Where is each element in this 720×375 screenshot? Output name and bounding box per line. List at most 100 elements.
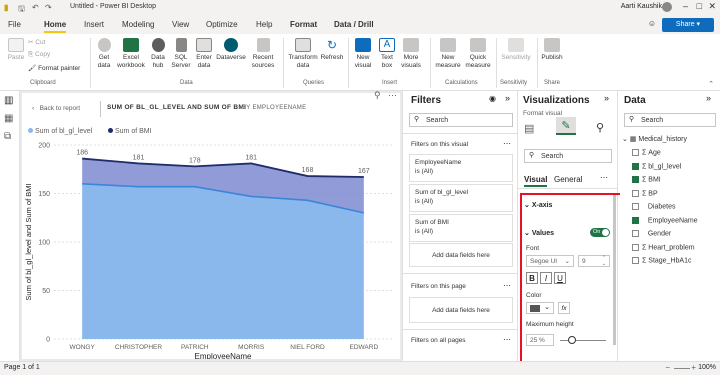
format-search-input[interactable]: ⚲ Search xyxy=(524,149,612,163)
dataverse-label: Dataverse xyxy=(216,54,246,61)
field-checkbox[interactable] xyxy=(632,189,639,197)
publish-button[interactable]: Publish xyxy=(539,38,565,62)
report-view-icon[interactable]: ▥ xyxy=(4,95,13,106)
transform-label: Transform data xyxy=(288,54,318,69)
user-name[interactable]: Aarti Kaushik xyxy=(621,3,662,10)
excel-button[interactable]: Excel workbook xyxy=(116,38,146,69)
filter-card[interactable]: EmployeeName is (All) xyxy=(409,154,513,182)
model-view-icon[interactable]: ⧉ xyxy=(4,131,11,142)
data-field-gender[interactable]: Gender xyxy=(632,230,671,237)
more-visuals-button[interactable]: More visuals xyxy=(398,38,424,69)
filters-title: Filters xyxy=(411,95,442,106)
zoom-slider[interactable] xyxy=(674,368,690,369)
tab-general[interactable]: General xyxy=(554,175,582,184)
share-button[interactable]: Share ▾ xyxy=(662,18,714,32)
more-options-icon[interactable]: ⋯ xyxy=(600,173,608,182)
field-checkbox[interactable] xyxy=(632,243,639,251)
more-options-icon[interactable]: ⋯ xyxy=(503,139,511,148)
tab-visual[interactable]: Visual xyxy=(524,175,548,187)
tab-modeling[interactable]: Modeling xyxy=(122,20,154,29)
dataverse-button[interactable]: Dataverse xyxy=(215,38,247,62)
table-medical-history[interactable]: ⌄ ▦ Medical_history xyxy=(622,135,687,143)
data-field-employeename[interactable]: EmployeeName xyxy=(632,216,698,224)
eye-icon[interactable]: ◉ xyxy=(489,94,496,103)
text-box-button[interactable]: A Text box xyxy=(376,38,398,69)
data-field-bl_gl_level[interactable]: Σ bl_gl_level xyxy=(632,162,681,170)
tab-home[interactable]: Home xyxy=(44,20,67,33)
filter-card[interactable]: Sum of bl_gl_level is (All) xyxy=(409,184,513,212)
table-view-icon[interactable]: ▦ xyxy=(4,113,13,124)
minimize-icon[interactable]: – xyxy=(683,1,688,11)
zoom-in-icon[interactable]: + xyxy=(691,363,696,372)
ribbon-tabs: File Home Insert Modeling View Optimize … xyxy=(0,16,720,34)
sql-button[interactable]: SQL Server xyxy=(170,38,192,69)
quick-measure-button[interactable]: Quick measure xyxy=(464,38,492,69)
data-field-diabetes[interactable]: Diabetes xyxy=(632,203,675,210)
data-hub-button[interactable]: Data hub xyxy=(148,38,168,69)
tab-optimize[interactable]: Optimize xyxy=(206,20,238,29)
transform-icon xyxy=(295,38,311,52)
collapse-filters-icon[interactable]: » xyxy=(505,93,510,103)
collapse-ribbon-icon[interactable]: ⌃ xyxy=(708,80,714,88)
get-data-button[interactable]: Get data xyxy=(93,38,115,69)
sensitivity-button[interactable]: Sensitivity xyxy=(498,38,534,62)
refresh-button[interactable]: ↻ Refresh xyxy=(318,38,346,62)
feedback-icon[interactable]: ☺ xyxy=(648,19,656,28)
add-data-fields-drop[interactable]: Add data fields here xyxy=(409,243,513,267)
maximize-icon[interactable]: □ xyxy=(697,1,702,11)
data-field-bmi[interactable]: Σ BMI xyxy=(632,176,661,183)
transform-data-button[interactable]: Transform data xyxy=(286,38,320,69)
avatar[interactable] xyxy=(662,2,672,12)
new-visual-button[interactable]: New visual xyxy=(352,38,374,69)
data-search-input[interactable]: ⚲ Search xyxy=(624,113,716,127)
data-field-heart_problem[interactable]: Σ Heart_problem xyxy=(632,243,695,251)
format-painter-label: Format painter xyxy=(38,65,81,72)
field-checkbox[interactable] xyxy=(632,176,639,183)
more-options-icon[interactable]: ⋯ xyxy=(503,281,511,290)
format-visual-icon[interactable]: ✎ xyxy=(556,117,576,135)
recent-icon xyxy=(256,38,270,52)
field-checkbox[interactable] xyxy=(632,216,639,224)
field-name: BMI xyxy=(648,176,661,184)
zoom-out-icon[interactable]: − xyxy=(665,363,670,372)
copy-button[interactable]: ⎘ Copy xyxy=(28,51,50,59)
save-icon[interactable]: 🖫 xyxy=(18,3,25,17)
data-field-stage_hba1c[interactable]: Σ Stage_HbA1c xyxy=(632,257,691,264)
field-checkbox[interactable] xyxy=(632,257,639,264)
tab-data-drill[interactable]: Data / Drill xyxy=(334,20,374,29)
analytics-icon[interactable]: ⚲ xyxy=(596,121,604,134)
data-field-bp[interactable]: Σ BP xyxy=(632,189,658,197)
shield-icon xyxy=(508,38,524,52)
zoom-level[interactable]: 100% xyxy=(698,364,716,371)
paste-button[interactable]: Paste xyxy=(4,38,28,62)
collapse-data-icon[interactable]: » xyxy=(706,93,711,103)
field-checkbox[interactable] xyxy=(632,162,639,170)
recent-sources-button[interactable]: Recent sources xyxy=(248,38,278,69)
more-options-icon[interactable]: ⋯ xyxy=(503,335,511,344)
data-label: 181 xyxy=(245,154,257,161)
tab-view[interactable]: View xyxy=(172,20,189,29)
close-icon[interactable]: ✕ xyxy=(708,1,716,12)
new-measure-button[interactable]: New measure xyxy=(433,38,463,69)
build-visual-icon[interactable]: ▤ xyxy=(524,122,534,135)
filters-search-input[interactable]: ⚲ Search xyxy=(409,113,513,127)
field-checkbox[interactable] xyxy=(632,203,639,210)
format-painter-button[interactable]: 🖌 Format painter xyxy=(28,64,80,72)
dataverse-icon xyxy=(224,38,238,52)
filter-card[interactable]: Sum of BMI is (All) xyxy=(409,214,513,242)
cut-button[interactable]: ✂ Cut xyxy=(28,38,45,46)
tab-file[interactable]: File xyxy=(8,20,21,29)
collapse-viz-icon[interactable]: » xyxy=(604,93,609,103)
field-checkbox[interactable] xyxy=(632,149,639,156)
undo-icon[interactable]: ↶ xyxy=(32,3,39,12)
redo-icon[interactable]: ↷ xyxy=(45,3,52,12)
enter-data-button[interactable]: Enter data xyxy=(194,38,214,69)
tab-insert[interactable]: Insert xyxy=(84,20,104,29)
area-chart-visual[interactable]: ‹ Back to report SUM OF BL_GL_LEVEL AND … xyxy=(22,90,400,359)
group-queries: Queries xyxy=(303,80,325,86)
tab-format[interactable]: Format xyxy=(290,20,317,29)
data-field-age[interactable]: Σ Age xyxy=(632,149,661,156)
tab-help[interactable]: Help xyxy=(256,20,272,29)
field-checkbox[interactable] xyxy=(632,230,639,237)
add-data-fields-drop[interactable]: Add data fields here xyxy=(409,297,513,323)
